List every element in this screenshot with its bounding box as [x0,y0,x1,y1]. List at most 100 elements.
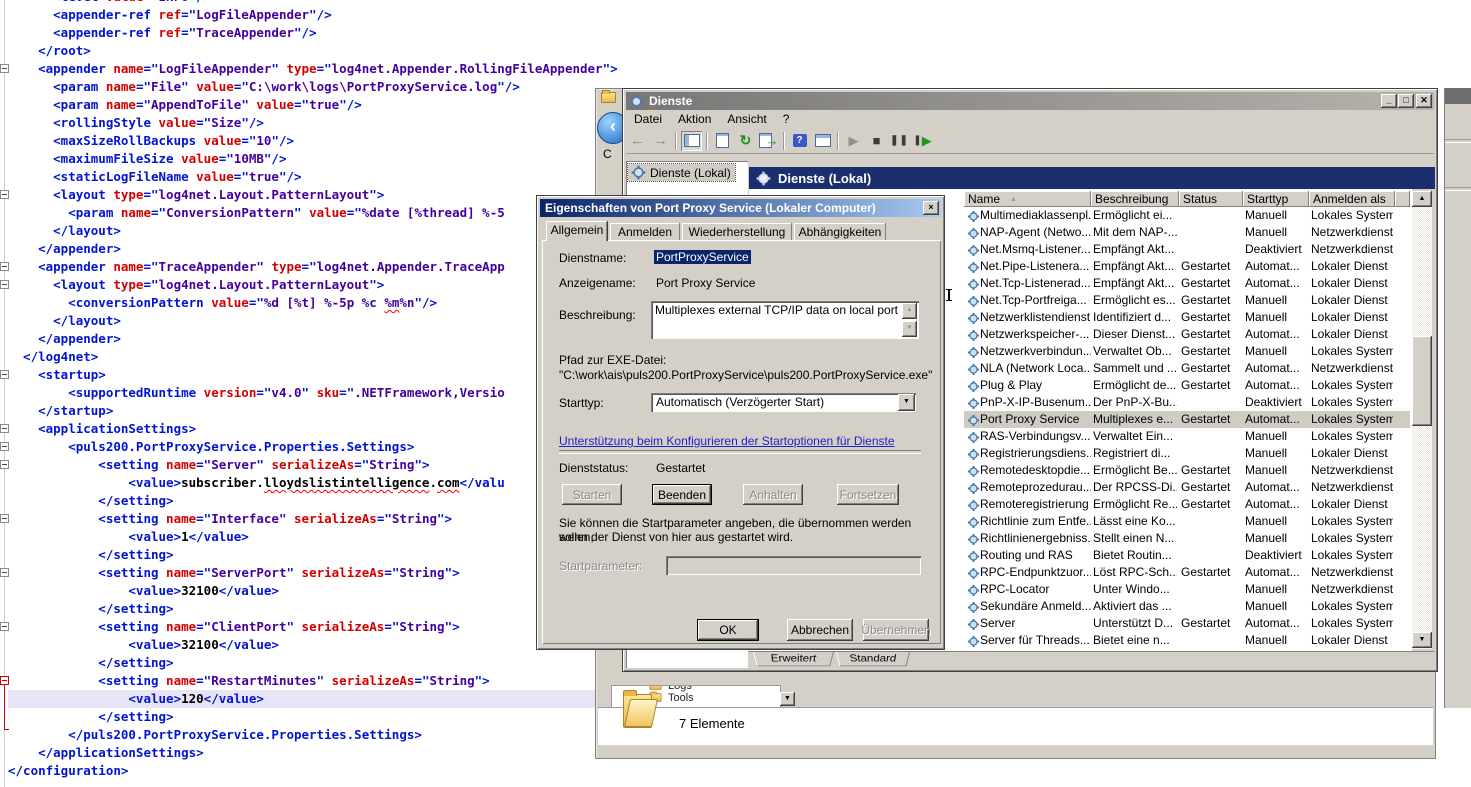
code-line[interactable]: </log4net> [8,348,598,366]
table-row[interactable]: RAS-Verbindungsv...Verwaltet Ein...Manue… [964,428,1410,445]
code-line[interactable]: </setting> [8,708,598,726]
table-row[interactable]: PnP-X-IP-Busenum...Der PnP-X-Bu...Deakti… [964,394,1410,411]
scroll-up-button[interactable]: ▲ [1412,191,1432,207]
code-line[interactable]: <maximumFileSize value="10MB"/> [8,150,598,168]
view-tabs[interactable]: ErweitertStandard [749,651,1434,670]
code-line[interactable]: <value>32100</value> [8,582,598,600]
scroll-down-button[interactable]: ▼ [1412,632,1432,648]
close-button[interactable]: ✕ [1416,94,1432,108]
dienstname-value[interactable]: PortProxyService [654,250,751,264]
table-row[interactable]: RPC-LocatorUnter Windo...ManuellNetzwerk… [964,581,1410,598]
code-line[interactable]: </setting> [8,654,598,672]
table-row[interactable]: Sekundäre Anmeld...Aktiviert das ...Manu… [964,598,1410,615]
code-line[interactable]: </layout> [8,222,598,240]
code-line[interactable]: <layout type="log4net.Layout.PatternLayo… [8,186,598,204]
menu-bar[interactable]: DateiAktionAnsicht? [626,110,1434,129]
table-row[interactable]: Net.Pipe-Listenera...Empfängt Akt...Gest… [964,258,1410,275]
help-icon[interactable]: ? [789,131,810,151]
table-row[interactable]: Registrierungsdiens...Registriert di...M… [964,445,1410,462]
stop-service-icon[interactable]: ■ [866,131,887,151]
properties-icon[interactable] [712,131,733,151]
code-line[interactable]: <startup> [8,366,598,384]
code-line[interactable]: <applicationSettings> [8,420,598,438]
code-content[interactable]: <level value="INFO"/> <appender-ref ref=… [8,0,598,780]
beenden-button[interactable]: Beenden [652,484,712,505]
toolbar[interactable]: ←→↻→?▶■❚❚❚▶ [626,128,1434,154]
scroll-down-icon[interactable]: ▼ [902,321,917,337]
tab-allgemein[interactable]: Allgemein [546,221,608,241]
ok-button[interactable]: OK [697,619,759,641]
table-row[interactable]: RPC-Endpunktzuor...Löst RPC-Sch...Gestar… [964,564,1410,581]
code-line[interactable]: <conversionPattern value="%d [%t] %-5p %… [8,294,598,312]
code-line[interactable]: <param name="AppendToFile" value="true"/… [8,96,598,114]
start-service-icon[interactable]: ▶ [843,131,864,151]
tab-wiederherstellung[interactable]: Wiederherstellung [682,223,792,241]
table-row[interactable]: Port Proxy ServiceMultiplexes e...Gestar… [964,411,1410,428]
column-header-beschreibung[interactable]: Beschreibung [1091,191,1179,207]
code-line[interactable]: <setting name="Interface" serializeAs="S… [8,510,598,528]
column-header-anmeldenals[interactable]: Anmelden als [1309,191,1395,207]
column-header-status[interactable]: Status [1179,191,1243,207]
code-line[interactable]: <setting name="ServerPort" serializeAs="… [8,564,598,582]
table-row[interactable]: Richtlinie zum Entfe...Lässt eine Ko...M… [964,513,1410,530]
table-row[interactable]: RemoteregistrierungErmöglicht Re...Gesta… [964,496,1410,513]
dialog-titlebar[interactable]: Eigenschaften von Port Proxy Service (Lo… [540,199,941,217]
code-line[interactable]: <param name="File" value="C:\work\logs\P… [8,78,598,96]
tree-item-dienste-lokal[interactable]: Dienste (Lokal) [628,164,735,181]
table-row[interactable]: Richtlinienergebniss...Stellt einen N...… [964,530,1410,547]
services-titlebar[interactable]: Dienste [626,92,1434,110]
pause-service-icon[interactable]: ❚❚ [889,131,910,151]
code-line[interactable]: <appender-ref ref="TraceAppender"/> [8,24,598,42]
maximize-button[interactable]: □ [1398,94,1414,108]
table-row[interactable]: Routing und RASBietet Routin...Deaktivie… [964,547,1410,564]
code-line[interactable]: <rollingStyle value="Size"/> [8,114,598,132]
beschreibung-textbox[interactable]: Multiplexes external TCP/IP data on loca… [651,301,919,339]
table-row[interactable]: Net.Tcp-Portfreiga...Ermöglicht es...Ges… [964,292,1410,309]
table-row[interactable]: ServerUnterstützt D...GestartetAutomat..… [964,615,1410,632]
code-line[interactable]: <value>32100</value> [8,636,598,654]
code-line[interactable]: </puls200.PortProxyService.Properties.Se… [8,726,598,744]
code-line[interactable]: <staticLogFileName value="true"/> [8,168,598,186]
code-line[interactable]: <value>1</value> [8,528,598,546]
code-line[interactable]: </appender> [8,240,598,258]
view-tab-erweitert[interactable]: Erweitert [753,652,834,666]
code-line[interactable]: <setting name="RestartMinutes" serialize… [8,672,598,690]
close-icon[interactable]: × [923,201,939,215]
code-line[interactable]: <maxSizeRollBackups value="10"/> [8,132,598,150]
code-line[interactable]: <supportedRuntime version="v4.0" sku=".N… [8,384,598,402]
code-line[interactable]: <param name="ConversionPattern" value="%… [8,204,598,222]
code-line[interactable]: </layout> [8,312,598,330]
menu-item-datei[interactable]: Datei [626,112,670,126]
code-line[interactable]: </startup> [8,402,598,420]
code-line[interactable]: </configuration> [8,762,598,780]
minimize-button[interactable]: _ [1381,94,1397,108]
table-row[interactable]: Netzwerkverbindun...Verwaltet Ob...Gesta… [964,343,1410,360]
service-properties-dialog[interactable]: Eigenschaften von Port Proxy Service (Lo… [536,195,945,650]
starttyp-combobox[interactable]: Automatisch (Verzögerter Start) ▼ [651,393,916,412]
column-header-name[interactable]: Name▲ [964,191,1091,207]
scrollbar-thumb[interactable] [1412,336,1432,426]
tab-anmelden[interactable]: Anmelden [610,223,680,241]
column-header-starttyp[interactable]: Starttyp [1243,191,1309,207]
code-line[interactable]: </setting> [8,546,598,564]
code-line[interactable]: </appender> [8,330,598,348]
chevron-down-icon[interactable]: ▼ [898,394,915,411]
abbrechen-button[interactable]: Abbrechen [787,619,853,641]
code-line[interactable]: <setting name="ClientPort" serializeAs="… [8,618,598,636]
code-line[interactable]: <layout type="log4net.Layout.PatternLayo… [8,276,598,294]
table-row[interactable]: NLA (Network Loca...Sammelt und ...Gesta… [964,360,1410,377]
scroll-up-icon[interactable]: ▲ [902,303,917,319]
dropdown-button[interactable]: ▼ [780,692,795,706]
code-line[interactable]: <value>subscriber.lloydslistintelligence… [8,474,598,492]
refresh-icon[interactable]: ↻ [735,131,756,151]
services-scrollbar[interactable]: ▲ ▼ [1412,191,1432,649]
code-line[interactable]: <setting name="Server" serializeAs="Stri… [8,456,598,474]
show-window-icon[interactable] [812,131,833,151]
tab-abhngigkeiten[interactable]: Abhängigkeiten [794,223,886,241]
menu-item-?[interactable]: ? [775,112,798,126]
table-row[interactable]: Plug & PlayErmöglicht de...GestartetAuto… [964,377,1410,394]
beschreibung-scrollbar[interactable]: ▲ ▼ [902,303,917,337]
code-line[interactable]: </root> [8,42,598,60]
restart-service-icon[interactable]: ❚▶ [912,131,933,151]
menu-item-aktion[interactable]: Aktion [670,112,719,126]
